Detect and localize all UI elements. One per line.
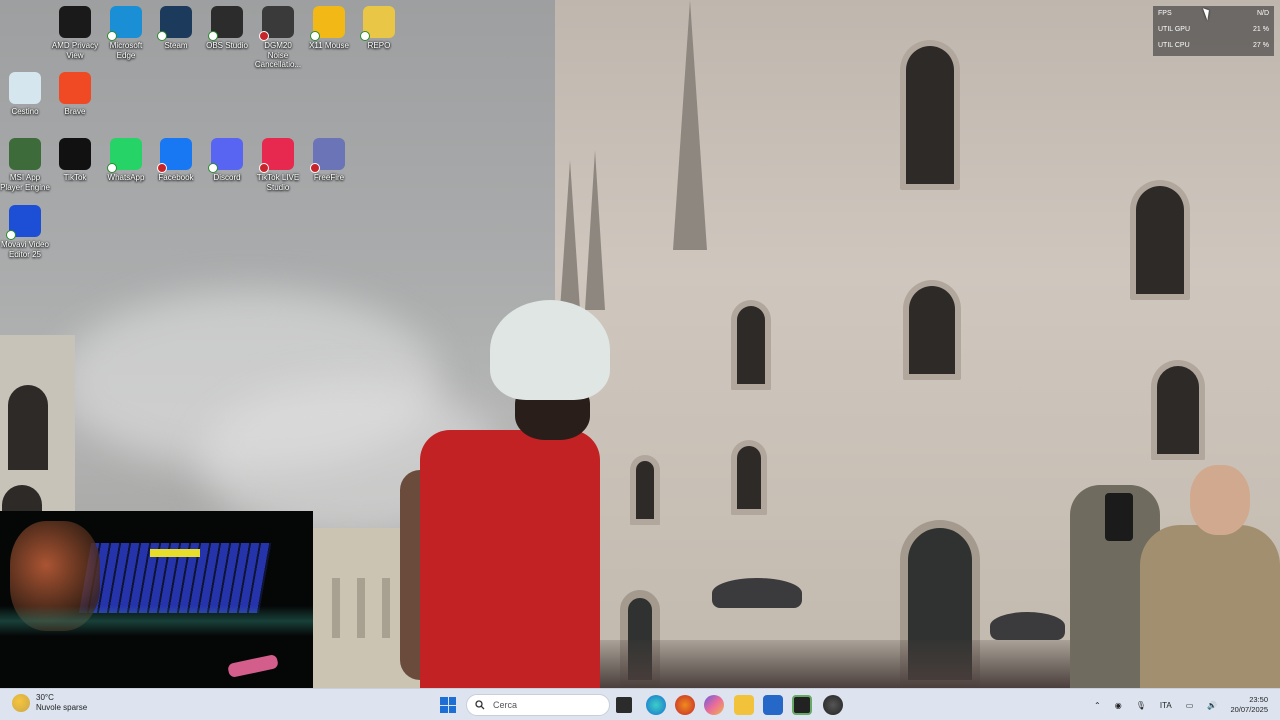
network-icon[interactable]: ▭ (1186, 701, 1194, 710)
taskbar-clock[interactable]: 23:50 20/07/2025 (1230, 695, 1268, 715)
desktop-icon-label: Brave (64, 107, 86, 116)
wallpaper-tourists (1060, 465, 1280, 688)
weather-temp: 30°C (36, 693, 54, 702)
desktop-icon-steam[interactable]: Steam (151, 6, 201, 51)
desktop-icon-discord[interactable]: Discord (202, 138, 252, 183)
microsoft-store-taskbar-icon[interactable] (763, 695, 783, 715)
desktop-icon-msi-app-player[interactable]: MSI App Player Engine (0, 138, 50, 192)
desktop-icon-repo[interactable]: REPO (354, 6, 404, 51)
desktop-icon-label: MSI App Player Engine (0, 173, 50, 192)
sync-ok-badge (208, 163, 218, 173)
perf-row-cpu: UTIL CPU 27 % (1158, 42, 1269, 49)
clock-date: 20/07/2025 (1230, 705, 1268, 714)
edge-icon (107, 6, 142, 41)
desktop-icon-label: Microsoft Edge (109, 41, 143, 60)
msi-app-player-icon (9, 138, 41, 170)
microphone-icon[interactable]: 🎙 (1136, 701, 1146, 710)
search-icon (475, 700, 485, 710)
obs-icon (208, 6, 243, 41)
performance-overlay: FPS N/D UTIL GPU 21 % UTIL CPU 27 % (1153, 6, 1274, 56)
sync-ok-badge (107, 31, 117, 41)
start-button[interactable] (440, 697, 456, 713)
sync-ok-badge (107, 163, 117, 173)
clock-time: 23:50 (1249, 695, 1268, 704)
desktop-icon-whatsapp[interactable]: WhatsApp (101, 138, 151, 183)
desktop-icon-edge[interactable]: Microsoft Edge (101, 6, 151, 60)
whatsapp-icon (107, 138, 142, 173)
desktop-icon-label: Cestino (11, 107, 39, 116)
perf-row-gpu: UTIL GPU 21 % (1158, 26, 1269, 33)
file-explorer-taskbar-icon[interactable] (734, 695, 754, 715)
terminal-taskbar-icon[interactable] (792, 695, 812, 715)
amd-privacy-view-icon (59, 6, 91, 38)
copilot-taskbar-icon[interactable] (704, 695, 724, 715)
desktop-icon-dgm20[interactable]: DGM20 Noise Cancellatio... (253, 6, 303, 70)
desktop-icon-label: AMD Privacy View (51, 41, 99, 60)
desktop-icon-label: X11 Mouse (309, 41, 349, 50)
language-indicator[interactable]: ITA (1160, 701, 1172, 710)
perf-row-fps: FPS N/D (1158, 10, 1269, 17)
wallpaper-building-left (0, 335, 75, 515)
desktop-icon-label: TikTok (63, 173, 87, 182)
desktop-icon-label: Discord (213, 173, 241, 182)
desktop-icon-label: Steam (164, 41, 188, 50)
sync-ok-badge (208, 31, 218, 41)
task-view-icon[interactable] (616, 697, 632, 713)
sync-ok-badge (310, 31, 320, 41)
wallpaper-person (400, 300, 615, 688)
desktop-icon-label: FreeFire (313, 173, 345, 182)
brave-icon (59, 72, 91, 104)
app-taskbar-icon[interactable] (823, 695, 843, 715)
sync-ok-badge (157, 31, 167, 41)
desktop-icon-label: TikTok LIVE Studio (256, 173, 300, 192)
recycle-bin-icon (9, 72, 41, 104)
desktop-icon-facebook[interactable]: Facebook (151, 138, 201, 183)
desktop-icon-brave[interactable]: Brave (50, 72, 100, 117)
sync-error-badge (259, 163, 269, 173)
sync-error-badge (310, 163, 320, 173)
weather-widget[interactable]: 30°C Nuvole sparse (12, 693, 87, 713)
weather-icon (12, 694, 30, 712)
desktop-icon-amd-privacy-view[interactable]: AMD Privacy View (50, 6, 100, 60)
desktop-icon-tiktok[interactable]: TikTok (50, 138, 100, 183)
repo-icon (360, 6, 395, 41)
volume-icon[interactable]: 🔊 (1207, 701, 1217, 710)
tray-app-icon[interactable]: ◉ (1115, 701, 1122, 710)
taskbar: 30°C Nuvole sparse Cerca ⌃ ◉ 🎙 ITA ▭ 🔊 2… (0, 688, 1280, 720)
desktop-icon-label: Movavi Video Editor 25 (1, 240, 49, 259)
desktop-icon-label: OBS Studio (206, 41, 248, 50)
dgm20-icon (259, 6, 294, 41)
firefox-taskbar-icon[interactable] (675, 695, 695, 715)
weather-desc: Nuvole sparse (36, 703, 88, 712)
freefire-icon (310, 138, 345, 173)
sync-ok-badge (360, 31, 370, 41)
sync-error-badge (259, 31, 269, 41)
desktop-icon-obs[interactable]: OBS Studio (202, 6, 252, 51)
webcam-overlay (0, 511, 313, 688)
desktop-icon-movavi[interactable]: Movavi Video Editor 25 (0, 205, 50, 259)
sync-error-badge (157, 163, 167, 173)
search-placeholder: Cerca (493, 700, 518, 710)
desktop-icon-x11-mouse[interactable]: X11 Mouse (304, 6, 354, 51)
discord-icon (208, 138, 243, 173)
desktop-icon-tiktok-live-studio[interactable]: TikTok LIVE Studio (253, 138, 303, 192)
desktop-icon-label: Facebook (158, 173, 194, 182)
steam-icon (157, 6, 192, 41)
taskbar-search[interactable]: Cerca (466, 694, 610, 716)
facebook-icon (157, 138, 192, 173)
tiktok-live-studio-icon (259, 138, 294, 173)
windows-logo-icon (440, 697, 448, 705)
desktop-icon-freefire[interactable]: FreeFire (304, 138, 354, 183)
sync-ok-badge (6, 230, 16, 240)
desktop-icon-label: DGM20 Noise Cancellatio... (254, 41, 302, 69)
desktop-icon-recycle-bin[interactable]: Cestino (0, 72, 50, 117)
tiktok-icon (59, 138, 91, 170)
x11-mouse-icon (310, 6, 345, 41)
edge-taskbar-icon[interactable] (646, 695, 666, 715)
movavi-icon (6, 205, 41, 240)
desktop-icon-label: WhatsApp (107, 173, 145, 182)
chevron-up-icon[interactable]: ⌃ (1094, 701, 1101, 710)
desktop-icon-label: REPO (367, 41, 391, 50)
